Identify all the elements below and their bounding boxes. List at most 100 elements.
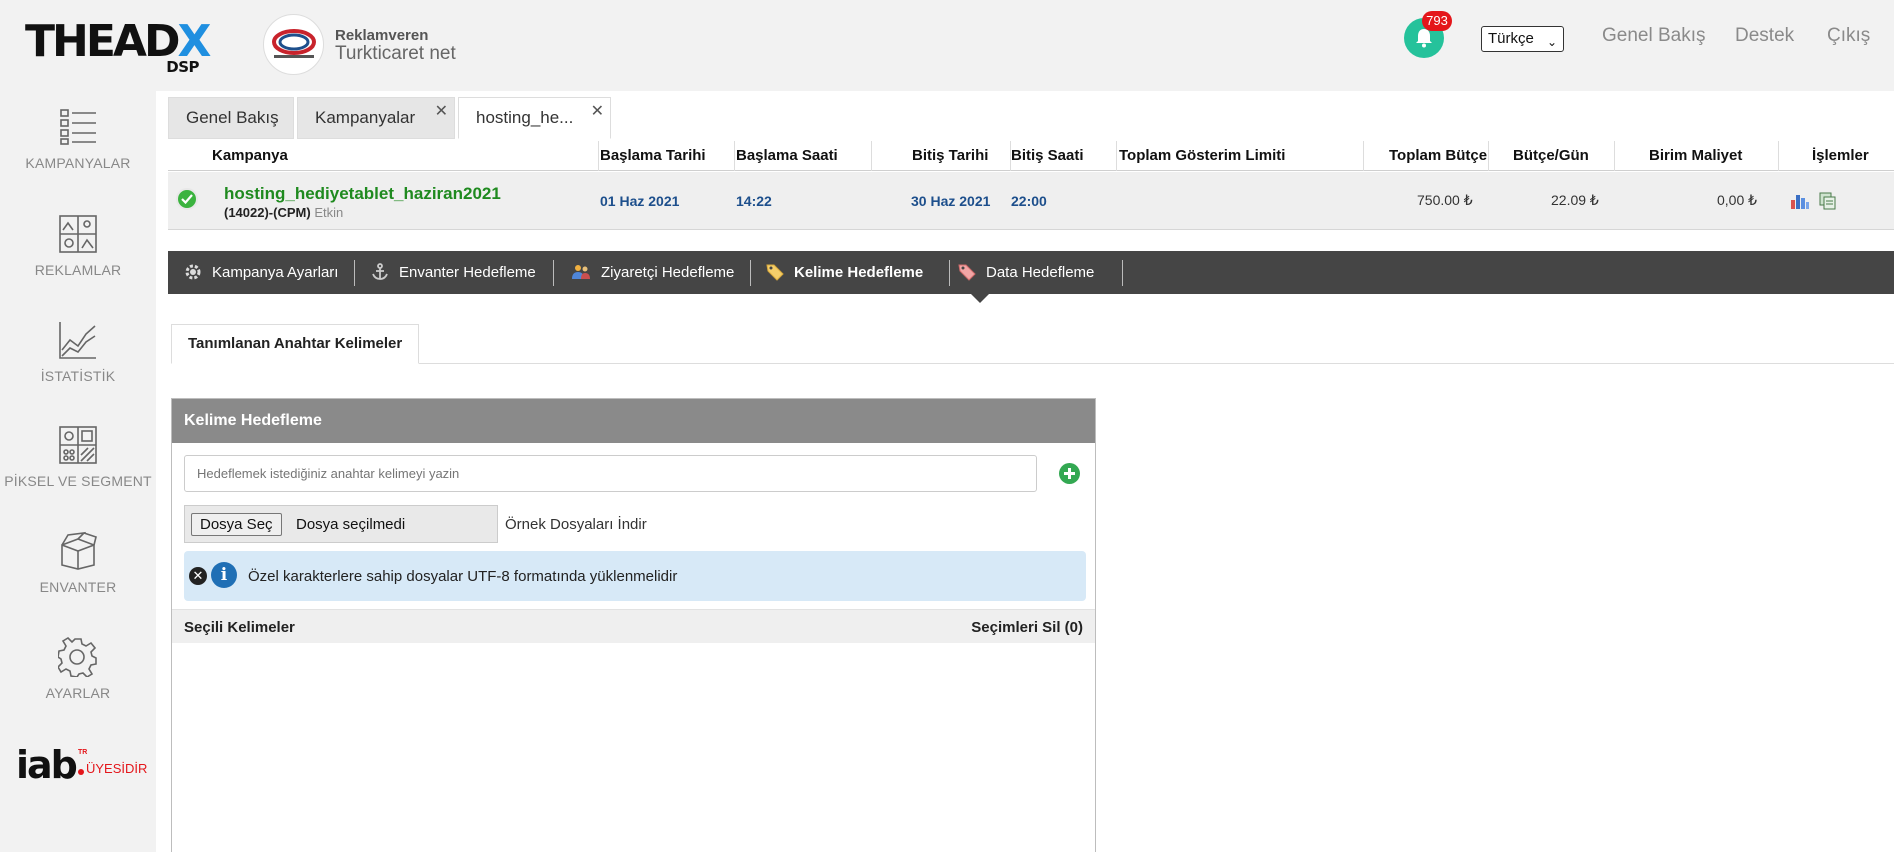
toolbar-divider: [750, 260, 751, 286]
advertiser-avatar: [263, 14, 324, 75]
sidebar-item-ads[interactable]: REKLAMLAR: [0, 214, 156, 278]
keyword-input[interactable]: [184, 455, 1037, 492]
close-icon[interactable]: ✕: [435, 92, 448, 132]
toolbar-keyword-targeting[interactable]: Kelime Hedefleme: [766, 251, 923, 294]
info-icon: i: [211, 562, 237, 588]
end-time-value: 22:00: [1011, 193, 1047, 209]
tab-campaigns[interactable]: Kampanyalar ✕: [297, 97, 455, 139]
unit-cost-value: 0,00 ₺: [1717, 192, 1758, 208]
sidebar-item-label: REKLAMLAR: [34, 262, 122, 278]
sidebar: KAMPANYALAR REKLAMLAR İSTATİSTİK PİKSEL …: [0, 91, 156, 834]
clear-selection-button[interactable]: Seçimleri Sil (0): [971, 619, 1083, 636]
column-divider: [1778, 141, 1779, 171]
iab-member-text: ÜYESİDİR: [86, 761, 148, 776]
anchor-icon: [372, 262, 388, 280]
info-alert-text: Özel karakterlere sahip dosyalar UTF-8 f…: [248, 568, 678, 585]
daily-budget-value: 22.09 ₺: [1551, 192, 1599, 208]
language-value: Türkçe: [1488, 30, 1534, 47]
iab-member-logo: iab TR ÜYESİDİR: [16, 743, 147, 787]
header-end-date[interactable]: Bitiş Tarihi: [912, 147, 988, 164]
logout-link[interactable]: Çıkış: [1827, 25, 1870, 47]
status-active-icon: [176, 188, 198, 210]
column-divider: [1614, 141, 1615, 171]
start-date-value: 01 Haz 2021: [600, 193, 680, 209]
total-budget-value: 750.00 ₺: [1417, 192, 1473, 208]
overview-link[interactable]: Genel Bakış: [1602, 25, 1706, 47]
chevron-down-icon: ⌄: [1546, 35, 1557, 49]
sidebar-item-pixel-segment[interactable]: PİKSEL VE SEGMENT: [0, 425, 156, 489]
close-icon[interactable]: ✕: [189, 567, 207, 585]
column-divider: [1488, 141, 1489, 171]
tab-label: Genel Bakış: [186, 108, 279, 127]
column-divider: [734, 141, 735, 171]
gear-icon: [58, 637, 97, 677]
iab-logo-text: iab: [16, 743, 78, 787]
close-icon[interactable]: ✕: [591, 92, 604, 132]
notification-badge: 793: [1422, 11, 1452, 31]
tag-icon: [766, 264, 784, 281]
tag-icon: [958, 264, 976, 281]
top-header: THEADX DSP Reklamveren Turkticaret net 7…: [0, 0, 1894, 91]
toolbar-data-targeting[interactable]: Data Hedefleme: [958, 251, 1094, 294]
toolbar-label: Data Hedefleme: [986, 264, 1095, 281]
pixel-segment-icon: [59, 426, 97, 464]
language-select[interactable]: Türkçe ⌄: [1481, 26, 1564, 52]
toolbar-divider: [553, 260, 554, 286]
visitors-icon: [572, 264, 590, 279]
logo-sub-text: DSP: [166, 58, 199, 76]
sidebar-item-label: AYARLAR: [45, 685, 111, 701]
advertiser-name: Turkticaret net: [335, 43, 456, 64]
download-samples-link[interactable]: Örnek Dosyaları İndir: [505, 516, 647, 533]
main-content: Genel Bakış Kampanyalar ✕ hosting_he... …: [156, 91, 1894, 852]
toolbar-divider: [949, 260, 950, 286]
sidebar-item-statistics[interactable]: İSTATİSTİK: [0, 320, 156, 384]
toolbar-campaign-settings[interactable]: Kampanya Ayarları: [184, 251, 338, 294]
campaign-table-header: Kampanya Başlama Tarihi Başlama Saati Bi…: [168, 141, 1894, 171]
end-date-value: 30 Haz 2021: [911, 193, 991, 209]
campaign-list-icon: [60, 109, 96, 145]
column-divider: [871, 141, 872, 171]
copy-icon[interactable]: [1819, 192, 1837, 210]
targeting-toolbar: Kampanya Ayarları Envanter Hedefleme Ziy…: [168, 251, 1894, 294]
sidebar-item-settings[interactable]: AYARLAR: [0, 637, 156, 701]
advertiser-label: Reklamveren: [335, 27, 429, 44]
theadx-logo[interactable]: THEADX DSP: [25, 20, 211, 78]
toolbar-inventory-targeting[interactable]: Envanter Hedefleme: [371, 251, 536, 294]
header-total-budget[interactable]: Toplam Bütçe: [1389, 147, 1487, 164]
column-divider: [1363, 141, 1364, 171]
campaign-meta: (14022)-(CPM) Etkin: [224, 205, 343, 220]
sidebar-item-inventory[interactable]: ENVANTER: [0, 531, 156, 595]
header-start-time[interactable]: Başlama Saati: [736, 147, 838, 164]
statistics-chart-icon: [59, 322, 96, 359]
header-start-date[interactable]: Başlama Tarihi: [600, 147, 706, 164]
header-daily-budget[interactable]: Bütçe/Gün: [1513, 147, 1589, 164]
tab-label: hosting_he...: [476, 108, 574, 127]
toolbar-visitor-targeting[interactable]: Ziyaretçi Hedefleme: [571, 251, 734, 294]
tab-defined-keywords[interactable]: Tanımlanan Anahtar Kelimeler: [171, 324, 420, 364]
tab-campaign-detail[interactable]: hosting_he... ✕: [458, 97, 611, 139]
iab-dot: [78, 769, 84, 775]
report-chart-icon[interactable]: [1790, 192, 1810, 210]
sidebar-item-campaigns[interactable]: KAMPANYALAR: [0, 107, 156, 171]
iab-tr-text: TR: [78, 749, 88, 756]
toolbar-divider: [354, 260, 355, 286]
add-keyword-button[interactable]: [1059, 463, 1080, 484]
bell-icon: [1416, 29, 1432, 48]
campaign-name-link[interactable]: hosting_hediyetablet_haziran2021: [224, 184, 501, 204]
support-link[interactable]: Destek: [1735, 25, 1794, 47]
toolbar-divider: [1122, 260, 1123, 286]
toolbar-label: Kelime Hedefleme: [794, 264, 924, 281]
header-campaign[interactable]: Kampanya: [212, 147, 288, 164]
tab-overview[interactable]: Genel Bakış: [168, 97, 294, 139]
sidebar-item-label: İSTATİSTİK: [40, 368, 116, 384]
header-impression-limit[interactable]: Toplam Gösterim Limiti: [1119, 147, 1285, 164]
column-divider: [598, 141, 599, 171]
file-upload-field: Dosya Seç Dosya seçilmedi: [184, 505, 498, 543]
header-unit-cost[interactable]: Birim Maliyet: [1649, 147, 1742, 164]
sidebar-item-label: PİKSEL VE SEGMENT: [4, 473, 152, 489]
panel-title: Kelime Hedefleme: [172, 399, 1095, 443]
campaign-status: Etkin: [314, 205, 344, 220]
choose-file-button[interactable]: Dosya Seç: [191, 513, 282, 536]
start-time-value: 14:22: [736, 193, 772, 209]
header-end-time[interactable]: Bitiş Saati: [1011, 147, 1084, 164]
